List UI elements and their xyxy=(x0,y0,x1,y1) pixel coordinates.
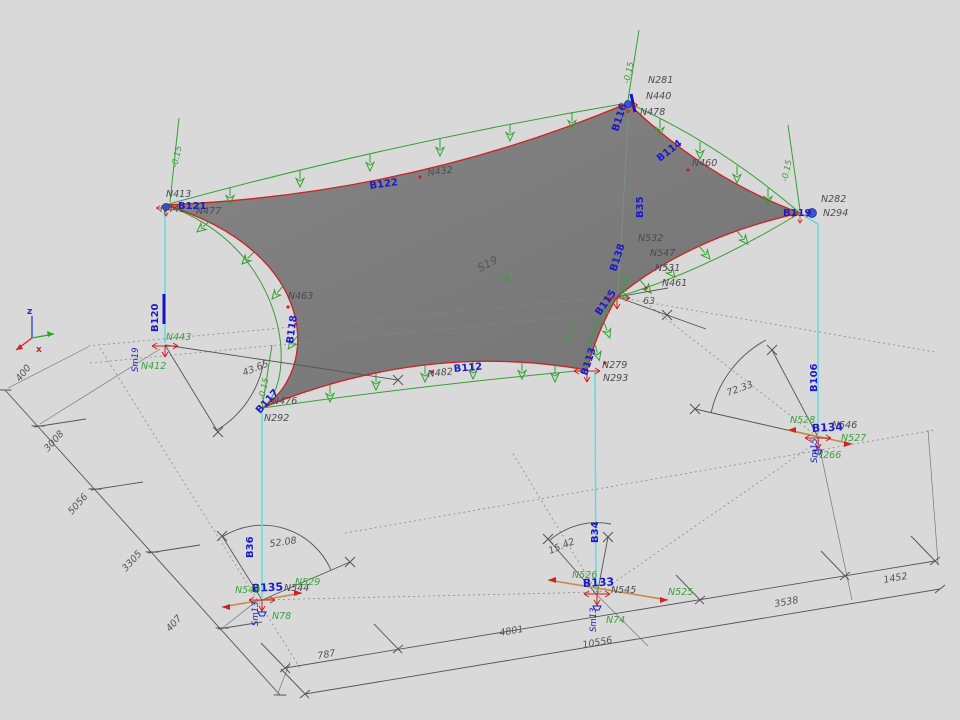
node-label[interactable]: N292 xyxy=(264,413,289,424)
node-label[interactable]: N477 xyxy=(196,206,221,217)
node-label[interactable]: N531 xyxy=(655,263,680,274)
node-label[interactable]: N461 xyxy=(662,278,687,289)
offset-label: -0.15 xyxy=(780,159,794,183)
dim-label: 3008 xyxy=(42,429,66,454)
node-label[interactable]: N440 xyxy=(646,91,671,102)
node-label[interactable]: N78 xyxy=(272,611,291,622)
beam-label[interactable]: B120 xyxy=(150,303,161,332)
dim-label: 3305 xyxy=(120,549,144,574)
cad-viewport[interactable]: z x S19 B122 B114 B116 B121 B119 B120 B1… xyxy=(0,0,960,720)
node-label[interactable]: N293 xyxy=(603,373,628,384)
node-label[interactable]: N460 xyxy=(692,158,717,169)
node-label[interactable]: N528 xyxy=(790,415,815,426)
offset-label: -0.15 xyxy=(622,61,636,85)
node-label[interactable]: N527 xyxy=(841,433,866,444)
node-label[interactable]: N413 xyxy=(166,189,191,200)
support-label: Sm19 xyxy=(620,276,630,301)
beam-label[interactable]: B34 xyxy=(590,521,601,543)
node-label[interactable]: N441 xyxy=(160,204,185,215)
dim-label: 5056 xyxy=(66,492,90,517)
beam-label[interactable]: B35 xyxy=(635,196,646,218)
node-label[interactable]: N478 xyxy=(640,107,665,118)
axis-label-x: x xyxy=(36,345,42,355)
dim-label: 10556 xyxy=(582,635,614,651)
dim-label: 1452 xyxy=(883,571,909,586)
node-label[interactable]: N282 xyxy=(821,194,846,205)
dim-label: 72.33 xyxy=(725,379,754,399)
node-label[interactable]: N279 xyxy=(602,360,627,371)
beam-label[interactable]: B119 xyxy=(783,208,812,219)
support-label: Sm13 xyxy=(589,608,599,633)
dim-label: 3538 xyxy=(774,595,800,610)
node-label[interactable]: N532 xyxy=(638,233,663,244)
dim-label: 4801 xyxy=(499,624,525,639)
support-label: Sm15 xyxy=(810,439,820,464)
offset-label: -0.15 xyxy=(170,145,184,169)
node-label[interactable]: N547 xyxy=(650,248,675,259)
node-label[interactable]: N482 xyxy=(427,366,453,380)
dim-label: 407 xyxy=(164,613,184,634)
node-label[interactable]: N281 xyxy=(648,75,673,86)
node-label[interactable]: N529 xyxy=(295,577,320,588)
node-label[interactable]: N294 xyxy=(823,208,848,219)
node-label[interactable]: N545 xyxy=(611,585,636,596)
node-label[interactable]: N74 xyxy=(606,615,625,626)
beam-label[interactable]: B112 xyxy=(453,362,482,375)
beam-label[interactable]: B36 xyxy=(245,536,256,558)
dim-label: 43.65 xyxy=(241,358,270,378)
model-canvas[interactable]: z x S19 B122 B114 B116 B121 B119 B120 B1… xyxy=(0,0,960,720)
node-label[interactable]: N546 xyxy=(832,420,857,431)
dim-label: 63 xyxy=(643,296,655,307)
node-label[interactable]: N412 xyxy=(141,361,166,372)
dim-label: 400 xyxy=(14,363,34,384)
beam-label[interactable]: B106 xyxy=(809,363,820,392)
node-label[interactable]: N476 xyxy=(272,396,297,407)
support-label: Sm19 xyxy=(131,348,141,373)
node-label[interactable]: N443 xyxy=(166,332,191,343)
node-label[interactable]: N525 xyxy=(668,587,693,598)
node-label[interactable]: N463 xyxy=(288,291,313,302)
dim-label: 52.08 xyxy=(269,535,297,550)
axis-label-z: z xyxy=(27,307,32,317)
support-label: Sm13 xyxy=(251,602,261,627)
node-label[interactable]: N526 xyxy=(572,570,597,581)
node-label[interactable]: N543 xyxy=(235,585,260,596)
axis-gizmo: z x xyxy=(16,307,54,355)
